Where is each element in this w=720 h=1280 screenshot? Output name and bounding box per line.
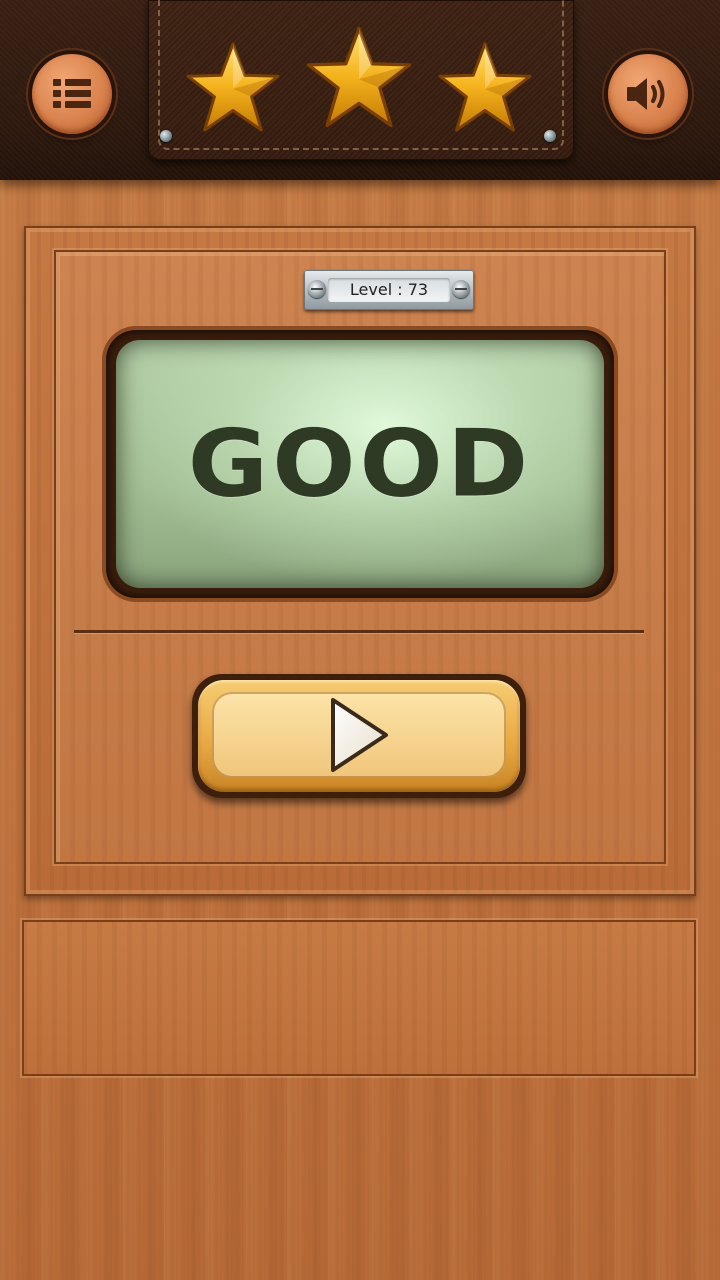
star-icon-1 xyxy=(186,42,280,132)
rivet-right xyxy=(544,130,556,142)
sound-button[interactable] xyxy=(608,54,688,134)
play-button[interactable] xyxy=(192,674,526,798)
result-screen-frame: GOOD xyxy=(106,330,614,598)
speaker-volume-icon xyxy=(625,74,671,114)
rivet-left xyxy=(160,130,172,142)
screw-icon xyxy=(452,280,470,298)
level-label: Level : 73 xyxy=(328,278,450,302)
divider xyxy=(74,630,644,633)
menu-button[interactable] xyxy=(32,54,112,134)
play-icon xyxy=(331,698,388,772)
list-menu-icon xyxy=(51,76,93,112)
stars-tab xyxy=(148,0,574,160)
lower-panel xyxy=(22,920,696,1076)
play-button-rim xyxy=(198,680,520,792)
star-icon-3 xyxy=(438,42,532,132)
result-word: GOOD xyxy=(187,409,533,519)
level-plate: Level : 73 xyxy=(304,270,474,310)
play-button-face xyxy=(212,692,506,778)
top-bar xyxy=(0,0,720,180)
star-icon-2 xyxy=(306,26,412,128)
screw-icon xyxy=(308,280,326,298)
result-screen: GOOD xyxy=(116,340,604,588)
main-panel: Level : 73 GOOD xyxy=(24,226,696,896)
main-panel-inner: Level : 73 GOOD xyxy=(54,250,666,864)
